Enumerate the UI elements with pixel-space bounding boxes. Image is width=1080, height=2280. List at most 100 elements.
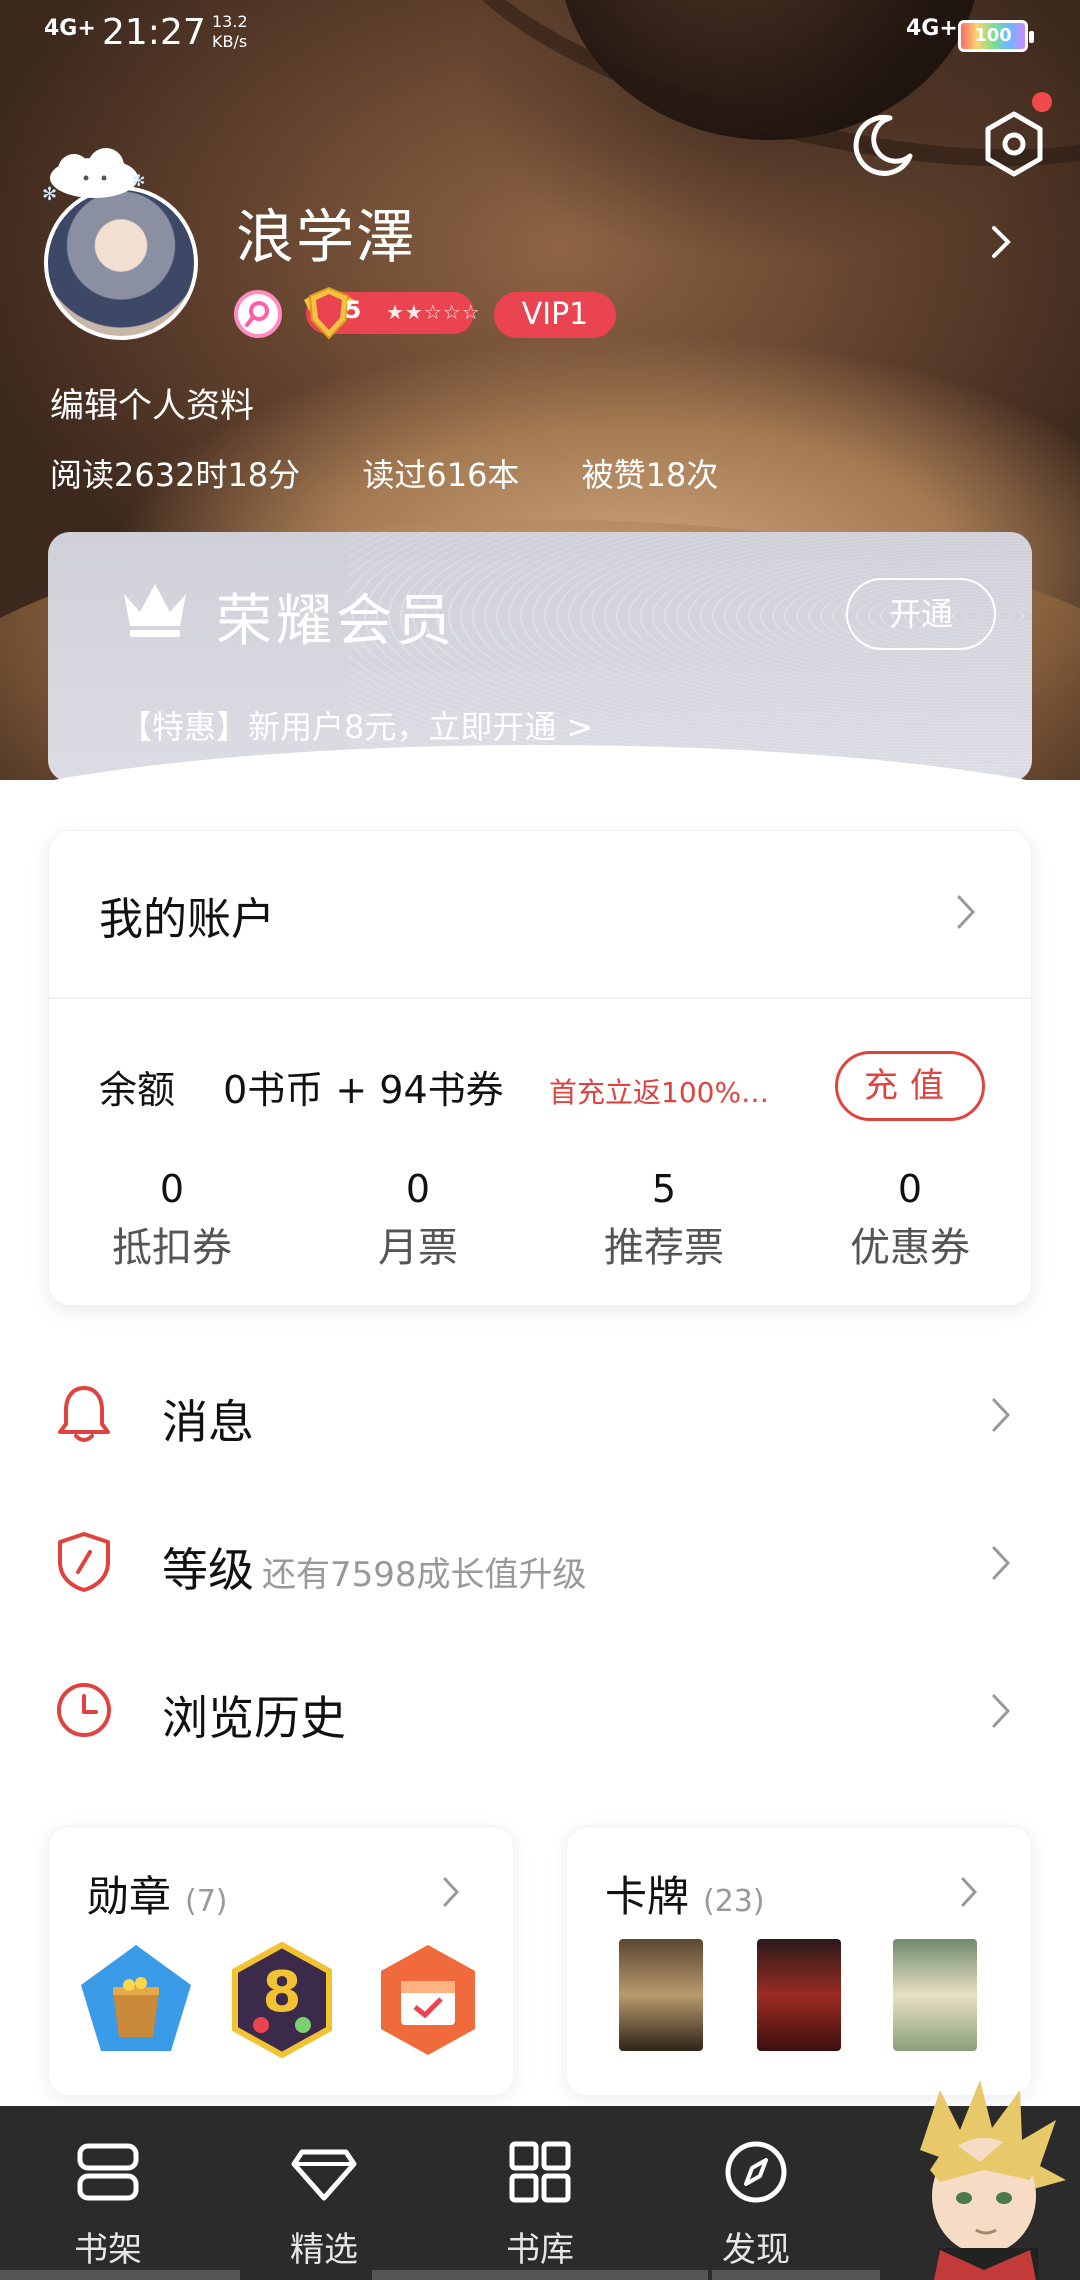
books-read: 读过616本	[362, 456, 520, 494]
svg-text:8: 8	[263, 1960, 302, 2025]
card-thumbnail[interactable]	[619, 1939, 703, 2051]
svg-text:✻: ✻	[42, 184, 57, 204]
clock-icon	[57, 1683, 111, 1737]
account-card: 我的账户 余额 0书币 + 94书券 首充立返100%… 充值 0 抵扣券 0 …	[48, 830, 1033, 1306]
chevron-right-icon	[992, 1694, 1011, 1728]
notification-dot	[1032, 92, 1052, 112]
nav-discover[interactable]: 发现	[652, 2106, 852, 2280]
bookshelf-icon	[77, 2143, 139, 2201]
badges-count: (7)	[185, 1884, 228, 1919]
balance-label: 余额	[99, 1068, 176, 1112]
nav-indicator	[0, 2270, 240, 2280]
level-label: 等级	[162, 1543, 254, 1597]
coupon-value: 0	[405, 1167, 431, 1211]
card-thumbnail[interactable]	[757, 1939, 841, 2051]
likes-received: 被赞18次	[581, 456, 719, 494]
settings-icon[interactable]	[978, 108, 1050, 180]
reading-time: 阅读2632时18分	[50, 456, 301, 494]
coupon-label: 月票	[378, 1225, 458, 1271]
nav-label: 发现	[722, 2230, 790, 2270]
badges-card[interactable]: 勋章 (7) 8	[48, 1826, 514, 2096]
level-number: 5	[344, 296, 362, 324]
anniversary-8-medal-icon: 8	[232, 1941, 332, 2059]
level-hint: 还有7598成长值升级	[262, 1555, 587, 1595]
magnifier-icon	[245, 301, 269, 327]
bucket-medal-icon	[81, 1945, 191, 2051]
cards-card[interactable]: 卡牌 (23)	[566, 1826, 1032, 2096]
recharge-promo: 首充立返100%…	[549, 1076, 770, 1109]
battery-icon: 100	[958, 20, 1034, 52]
coupon-monthly-ticket[interactable]: 0 月票	[295, 1167, 541, 1277]
username[interactable]: 浪学澤	[236, 190, 416, 274]
speed-value: 13.2	[212, 12, 248, 31]
profile-chevron-icon[interactable]	[986, 222, 1016, 262]
chevron-right-icon	[992, 1398, 1011, 1432]
cards-label: 卡牌	[605, 1872, 690, 1921]
reader-badge[interactable]	[234, 290, 282, 338]
card-thumbnail[interactable]	[893, 1939, 977, 2051]
divider	[49, 997, 1033, 999]
recharge-button[interactable]: 充值	[835, 1051, 985, 1121]
nav-label: 书库	[506, 2230, 574, 2270]
menu-item-history[interactable]: 浏览历史	[0, 1642, 1080, 1782]
badges-label: 勋章	[87, 1872, 172, 1921]
vip-membership-card[interactable]: 荣耀会员 开通 【特惠】新用户8元，立即开通 >	[48, 532, 1032, 780]
menu-item-messages[interactable]: 消息	[0, 1346, 1080, 1486]
coupon-label: 推荐票	[604, 1225, 724, 1271]
coupon-deduction[interactable]: 0 抵扣券	[49, 1167, 295, 1277]
level-shield-outline-icon	[58, 1532, 110, 1592]
night-mode-icon[interactable]	[850, 112, 916, 178]
calendar-medal-icon	[381, 1945, 475, 2055]
coupon-label: 抵扣券	[112, 1225, 232, 1271]
coupon-value: 0	[897, 1167, 923, 1211]
balance-row: 余额 0书币 + 94书券	[99, 1059, 504, 1114]
account-title[interactable]: 我的账户	[99, 883, 275, 947]
chevron-right-icon	[443, 1877, 460, 1907]
reading-stats: 阅读2632时18分 读过616本 被赞18次	[50, 450, 770, 496]
compass-icon	[725, 2141, 787, 2203]
nav-indicator	[372, 2270, 708, 2280]
menu-label: 等级 还有7598成长值升级	[162, 1534, 587, 1600]
mascot-character-icon[interactable]	[880, 2070, 1080, 2280]
nav-bookshelf[interactable]: 书架	[4, 2106, 204, 2280]
nav-label: 书架	[74, 2230, 142, 2270]
vip-badge[interactable]: VIP1	[494, 292, 616, 338]
edit-profile-link[interactable]: 编辑个人资料	[50, 378, 254, 427]
cloud-avatar-frame-icon: ✻ ✻	[42, 148, 145, 204]
menu-label: 浏览历史	[162, 1691, 346, 1745]
clock: 21:27	[102, 12, 206, 53]
menu-item-level[interactable]: 等级 还有7598成长值升级	[0, 1494, 1080, 1634]
coupon-label: 优惠券	[850, 1225, 970, 1271]
diamond-icon	[291, 2149, 357, 2201]
balance-value: 0书币 + 94书券	[223, 1068, 504, 1112]
signal-indicator: 4G+	[44, 16, 96, 41]
vip-promo-link[interactable]: 【特惠】新用户8元，立即开通 >	[120, 702, 593, 748]
level-badge[interactable]: 5 ★★☆☆☆	[304, 286, 480, 340]
grid-icon	[509, 2141, 571, 2203]
avatar[interactable]	[44, 186, 198, 340]
coupon-value: 5	[651, 1167, 677, 1211]
nav-library[interactable]: 书库	[436, 2106, 636, 2280]
vip-title: 荣耀会员	[216, 589, 456, 654]
coupon-row: 0 抵扣券 0 月票 5 推荐票 0 优惠券	[49, 1167, 1033, 1277]
nav-featured[interactable]: 精选	[220, 2106, 420, 2280]
coupon-discount[interactable]: 0 优惠券	[787, 1167, 1033, 1277]
cards-title: 卡牌 (23)	[605, 1863, 765, 1924]
svg-text:✻: ✻	[132, 171, 145, 190]
badges-title: 勋章 (7)	[87, 1863, 228, 1924]
speed-unit: KB/s	[212, 32, 248, 51]
vip-open-button[interactable]: 开通	[846, 578, 996, 650]
coupon-recommend-ticket[interactable]: 5 推荐票	[541, 1167, 787, 1277]
network-speed: 13.2 KB/s	[212, 12, 248, 52]
menu-label: 消息	[162, 1395, 254, 1449]
crown-icon	[124, 584, 186, 637]
status-bar: 4G+ 21:27 13.2 KB/s 4G+ 100	[0, 0, 1080, 70]
cards-count: (23)	[703, 1884, 765, 1919]
account-chevron-icon[interactable]	[955, 893, 977, 931]
chevron-right-icon	[992, 1546, 1011, 1580]
chevron-right-icon	[961, 1877, 978, 1907]
nav-indicator	[712, 2270, 880, 2280]
network-type: 4G+	[906, 16, 958, 41]
nav-label: 精选	[290, 2230, 358, 2270]
level-stars: ★★☆☆☆	[386, 300, 481, 324]
